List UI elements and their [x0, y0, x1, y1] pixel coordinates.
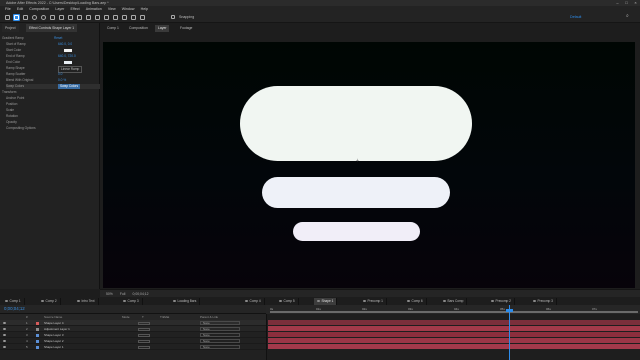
brush-icon[interactable] [103, 14, 110, 21]
layer-duration-bar[interactable] [268, 326, 640, 331]
current-time-display[interactable]: 0;00;04;12 [4, 306, 25, 311]
label-color[interactable] [36, 327, 39, 331]
effect-row[interactable]: Position [6, 102, 100, 107]
rectangle-icon[interactable] [76, 14, 83, 21]
layer-duration-bar[interactable] [268, 338, 640, 343]
layer-duration-bar[interactable] [268, 320, 640, 325]
loading-bar-large[interactable] [240, 86, 472, 161]
timeline-tab[interactable]: Bars Comp [440, 298, 468, 305]
label-color[interactable] [36, 321, 39, 325]
layer-row[interactable]: 5 Shape Layer 1 None [0, 344, 266, 350]
window-title: Adobe After Effects 2022 - C:\Users\Desk… [6, 0, 109, 5]
snap-checkbox-icon[interactable] [170, 14, 176, 21]
tab-footage[interactable]: Footage [177, 25, 195, 32]
parent-dropdown[interactable]: None [200, 339, 240, 343]
eraser-icon[interactable] [121, 14, 128, 21]
layer-duration-bar[interactable] [268, 344, 640, 349]
timeline-tab[interactable]: Comp 3 [120, 298, 143, 305]
mode-dropdown[interactable] [138, 321, 150, 325]
effect-row[interactable]: Start of Ramp 640.0, 0.0 [6, 42, 100, 47]
start-color-swatch[interactable] [64, 49, 72, 52]
tools-bar: Snapping Default ⌕ [0, 12, 640, 23]
timeline-tab[interactable]: Precomp 3 [530, 298, 557, 305]
label-color[interactable] [36, 333, 39, 337]
timeline-tab[interactable]: Intro Text [74, 298, 99, 305]
mode-dropdown[interactable] [138, 339, 150, 343]
timeline-tab[interactable]: Precomp 1 [360, 298, 387, 305]
mode-dropdown[interactable] [138, 345, 150, 349]
snapping-label: Snapping [179, 15, 195, 19]
tab-composition[interactable]: Composition [126, 25, 151, 32]
eye-icon[interactable] [3, 321, 6, 324]
work-area-bar[interactable] [270, 311, 638, 313]
zoom-icon[interactable] [31, 14, 38, 21]
effect-row[interactable]: Scale [6, 108, 100, 113]
timeline-tab[interactable]: Comp 4 [242, 298, 265, 305]
viewer-timecode[interactable]: 0;00;04;12 [133, 290, 149, 298]
dolly-icon[interactable] [58, 14, 65, 21]
resolution-dropdown[interactable]: Full [120, 290, 125, 298]
zoom-dropdown[interactable]: 50% [106, 290, 113, 298]
anchor-point-icon[interactable]: + [356, 159, 361, 164]
label-color[interactable] [36, 345, 39, 349]
swap-colors-button[interactable]: Swap Colors [58, 84, 81, 89]
anchor-icon[interactable] [67, 14, 74, 21]
effect-row[interactable]: Blend With Original 0.0 % [6, 78, 100, 83]
clone-icon[interactable] [112, 14, 119, 21]
timeline-tab[interactable]: Comp 1 [2, 298, 25, 305]
pan-icon[interactable] [49, 14, 56, 21]
effect-row[interactable]: Compositing Options [6, 126, 100, 131]
eye-icon[interactable] [3, 345, 6, 348]
tab-layer[interactable]: Layer [155, 25, 170, 32]
pen-icon[interactable] [85, 14, 92, 21]
mode-dropdown[interactable] [138, 333, 150, 337]
parent-dropdown[interactable]: None [200, 321, 240, 325]
eye-icon[interactable] [3, 327, 6, 330]
effect-row[interactable]: Ramp Shape Linear Ramp [6, 66, 100, 73]
eye-icon[interactable] [3, 339, 6, 342]
effect-row[interactable]: Ramp Scatter 0.0 [6, 72, 100, 77]
loading-bar-medium[interactable] [262, 177, 450, 208]
effect-row[interactable]: Anchor Point [6, 96, 100, 101]
timeline-tab[interactable]: Comp 2 [38, 298, 61, 305]
mode-dropdown[interactable] [138, 327, 150, 331]
parent-dropdown[interactable]: None [200, 327, 240, 331]
workspace-default[interactable]: Default [570, 15, 581, 19]
effect-row[interactable]: End of Ramp 640.0, 720.0 [6, 54, 100, 59]
timeline-tab[interactable]: Precomp 2 [488, 298, 515, 305]
viewer-controls: 50% Full 0;00;04;12 [100, 289, 640, 297]
playhead[interactable] [509, 305, 510, 360]
search-icon[interactable]: ⌕ [626, 13, 635, 21]
tab-project[interactable]: Project [2, 24, 19, 32]
text-icon[interactable] [94, 14, 101, 21]
end-color-swatch[interactable] [64, 61, 72, 64]
composition-canvas[interactable]: + [103, 42, 635, 288]
effect-row[interactable]: Start Color [6, 48, 100, 53]
eye-icon[interactable] [3, 333, 6, 336]
effect-row[interactable]: Rotation [6, 114, 100, 119]
selection-icon[interactable] [13, 14, 20, 21]
effect-row[interactable]: Opacity [6, 120, 100, 125]
parent-dropdown[interactable]: None [200, 333, 240, 337]
home-icon[interactable] [4, 14, 11, 21]
timeline-tab[interactable]: Shape 1 [314, 298, 338, 305]
loading-bar-small[interactable] [293, 222, 420, 241]
orbit-icon[interactable] [40, 14, 47, 21]
timeline-tab[interactable]: Comp 6 [404, 298, 427, 305]
layer-duration-bar[interactable] [268, 332, 640, 337]
tab-effect-controls[interactable]: Effect Controls Shape Layer 1 [26, 24, 78, 32]
effect-row[interactable]: Swap Colors Swap Colors [6, 84, 100, 89]
timeline-tab[interactable]: Loading Bars [170, 298, 201, 305]
effect-row[interactable]: End Color [6, 60, 100, 65]
label-color[interactable] [36, 339, 39, 343]
puppet-icon[interactable] [139, 14, 146, 21]
parent-dropdown[interactable]: None [200, 345, 240, 349]
effect-row[interactable]: Transform [2, 90, 96, 95]
hand-icon[interactable] [22, 14, 29, 21]
tab-comp-1[interactable]: Comp 1 [104, 25, 122, 32]
roto-icon[interactable] [130, 14, 137, 21]
timeline-tab[interactable]: Comp 5 [276, 298, 299, 305]
effect-row[interactable]: Gradient Ramp Reset [2, 36, 96, 41]
